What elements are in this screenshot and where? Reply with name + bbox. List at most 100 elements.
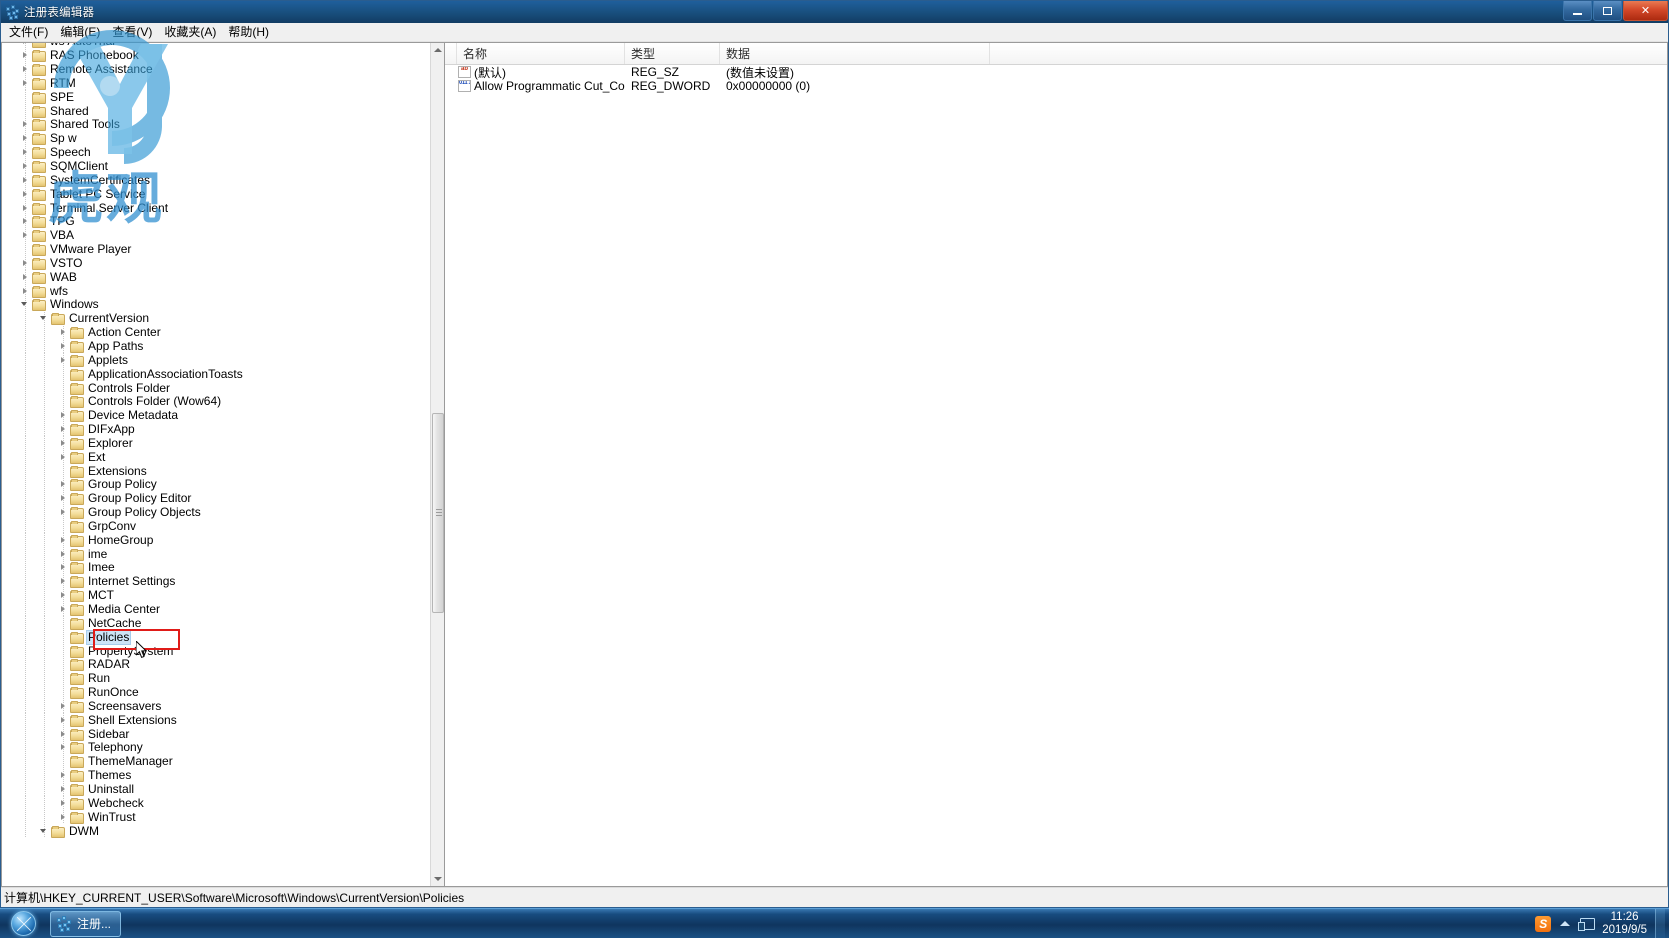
tree-item-dwm[interactable]: DWM (2, 824, 432, 838)
tree-item-wfs[interactable]: wfs (2, 284, 432, 299)
expand-triangle-icon[interactable] (58, 438, 69, 449)
tray-sogou-ime-button[interactable]: S (1532, 909, 1554, 938)
registry-tree-pane[interactable]: ws AutoTrialRAS PhonebookRemote Assistan… (1, 42, 444, 887)
expand-triangle-icon[interactable] (58, 604, 69, 615)
expand-triangle-icon[interactable] (58, 410, 69, 421)
menu-favorites[interactable]: 收藏夹(A) (158, 22, 222, 42)
tree-item-applicationassociationtoasts[interactable]: ApplicationAssociationToasts (2, 367, 432, 382)
expand-triangle-icon[interactable] (20, 175, 31, 186)
tree-item-app-paths[interactable]: App Paths (2, 339, 432, 354)
tree-item-ras-phonebook[interactable]: RAS Phonebook (2, 49, 432, 63)
minimize-button[interactable] (1563, 1, 1592, 21)
tree-item-rtm[interactable]: RTM (2, 76, 432, 91)
expand-triangle-icon[interactable] (20, 64, 31, 75)
tree-item-sp-w[interactable]: Sp w (2, 132, 432, 146)
tree-item-grpconv[interactable]: GrpConv (2, 519, 432, 534)
expand-triangle-icon[interactable] (20, 147, 31, 158)
table-row[interactable]: ab (默认) REG_SZ (数值未设置) (445, 65, 1667, 80)
tree-item-webcheck[interactable]: Webcheck (2, 796, 432, 811)
tree-item-themes[interactable]: Themes (2, 769, 432, 783)
maximize-restore-button[interactable] (1593, 1, 1622, 21)
expand-triangle-icon[interactable] (58, 729, 69, 740)
tree-item-sidebar[interactable]: Sidebar (2, 727, 432, 742)
tree-item-speech[interactable]: Speech (2, 146, 432, 160)
expand-triangle-icon[interactable] (20, 286, 31, 297)
expand-triangle-icon[interactable] (20, 133, 31, 144)
expand-triangle-icon[interactable] (20, 203, 31, 214)
expand-triangle-icon[interactable] (20, 119, 31, 130)
collapse-triangle-icon[interactable] (39, 313, 50, 324)
tree-item-radar[interactable]: RADAR (2, 658, 432, 672)
expand-triangle-icon[interactable] (58, 590, 69, 601)
tree-item-ext[interactable]: Ext (2, 450, 432, 465)
tree-item-shared-tools[interactable]: Shared Tools (2, 118, 432, 132)
start-button[interactable] (0, 909, 46, 938)
tree-item-tpg[interactable]: TPG (2, 215, 432, 229)
show-desktop-button[interactable] (1655, 908, 1665, 938)
scroll-up-icon[interactable] (431, 43, 444, 57)
tree-item-device-metadata[interactable]: Device Metadata (2, 409, 432, 423)
tree-item-wab[interactable]: WAB (2, 270, 432, 285)
tree-item-spe[interactable]: SPE (2, 90, 432, 105)
menu-file[interactable]: 文件(F) (3, 22, 54, 42)
expand-triangle-icon[interactable] (58, 742, 69, 753)
expand-triangle-icon[interactable] (20, 189, 31, 200)
expand-triangle-icon[interactable] (20, 78, 31, 89)
expand-triangle-icon[interactable] (20, 161, 31, 172)
expand-triangle-icon[interactable] (58, 549, 69, 560)
tree-item-difxapp[interactable]: DIFxApp (2, 423, 432, 437)
column-header-name[interactable]: 名称 (457, 43, 625, 64)
tree-item-controls-folder[interactable]: Controls Folder (2, 381, 432, 395)
tree-item-mct[interactable]: MCT (2, 589, 432, 603)
tree-item-run[interactable]: Run (2, 672, 432, 686)
expand-triangle-icon[interactable] (20, 272, 31, 283)
taskbar-item-registry-editor[interactable]: 注册... (50, 910, 122, 937)
scroll-down-icon[interactable] (431, 872, 444, 886)
expand-triangle-icon[interactable] (20, 50, 31, 61)
tree-item-thememanager[interactable]: ThemeManager (2, 755, 432, 769)
tree-item-controls-folder-wow64[interactable]: Controls Folder (Wow64) (2, 395, 432, 409)
tree-item-sqmclient[interactable]: SQMClient (2, 160, 432, 174)
column-header-data[interactable]: 数据 (720, 43, 990, 64)
expand-triangle-icon[interactable] (58, 812, 69, 823)
expand-triangle-icon[interactable] (58, 479, 69, 490)
collapse-triangle-icon[interactable] (20, 299, 31, 310)
tree-item-applets[interactable]: Applets (2, 353, 432, 368)
menu-view[interactable]: 查看(V) (106, 22, 158, 42)
expand-triangle-icon[interactable] (58, 798, 69, 809)
expand-triangle-icon[interactable] (58, 784, 69, 795)
tree-item-media-center[interactable]: Media Center (2, 603, 432, 617)
expand-triangle-icon[interactable] (58, 562, 69, 573)
expand-triangle-icon[interactable] (58, 341, 69, 352)
tree-item-vmware-player[interactable]: VMware Player (2, 243, 432, 257)
tree-item-group-policy-editor[interactable]: Group Policy Editor (2, 492, 432, 506)
tree-item-telephony[interactable]: Telephony (2, 741, 432, 755)
tree-item-runonce[interactable]: RunOnce (2, 686, 432, 700)
close-button[interactable]: ✕ (1623, 1, 1668, 21)
tree-item-internet-settings[interactable]: Internet Settings (2, 575, 432, 589)
tree-item-vsto[interactable]: VSTO (2, 256, 432, 271)
tree-item-shared[interactable]: Shared (2, 104, 432, 119)
expand-triangle-icon[interactable] (58, 715, 69, 726)
window-titlebar[interactable]: 注册表编辑器 ✕ (1, 1, 1668, 23)
expand-triangle-icon[interactable] (58, 452, 69, 463)
expand-triangle-icon[interactable] (20, 43, 31, 47)
tree-item-group-policy-objects[interactable]: Group Policy Objects (2, 506, 432, 520)
tree-item-homegroup[interactable]: HomeGroup (2, 533, 432, 548)
tree-item-shell-extensions[interactable]: Shell Extensions (2, 713, 432, 728)
scrollbar-thumb[interactable] (432, 413, 444, 613)
tree-item-wintrust[interactable]: WinTrust (2, 810, 432, 825)
column-header-gutter[interactable] (445, 43, 457, 64)
tree-item-vba[interactable]: VBA (2, 229, 432, 243)
expand-triangle-icon[interactable] (20, 258, 31, 269)
registry-values-pane[interactable]: 名称 类型 数据 ab(默认)REG_SZ(数值未设置)011 100Allow… (444, 42, 1668, 887)
expand-triangle-icon[interactable] (58, 576, 69, 587)
collapse-triangle-icon[interactable] (39, 826, 50, 837)
tree-item-currentversion[interactable]: CurrentVersion (2, 312, 432, 326)
expand-triangle-icon[interactable] (58, 535, 69, 546)
tree-item-terminal-server-client[interactable]: Terminal Server Client (2, 201, 432, 215)
expand-triangle-icon[interactable] (58, 355, 69, 366)
table-row[interactable]: 011 100Allow Programmatic Cut_Co... REG_D… (445, 79, 1667, 93)
tree-item-action-center[interactable]: Action Center (2, 326, 432, 340)
clock[interactable]: 11:26 2019/9/5 (1598, 911, 1655, 937)
